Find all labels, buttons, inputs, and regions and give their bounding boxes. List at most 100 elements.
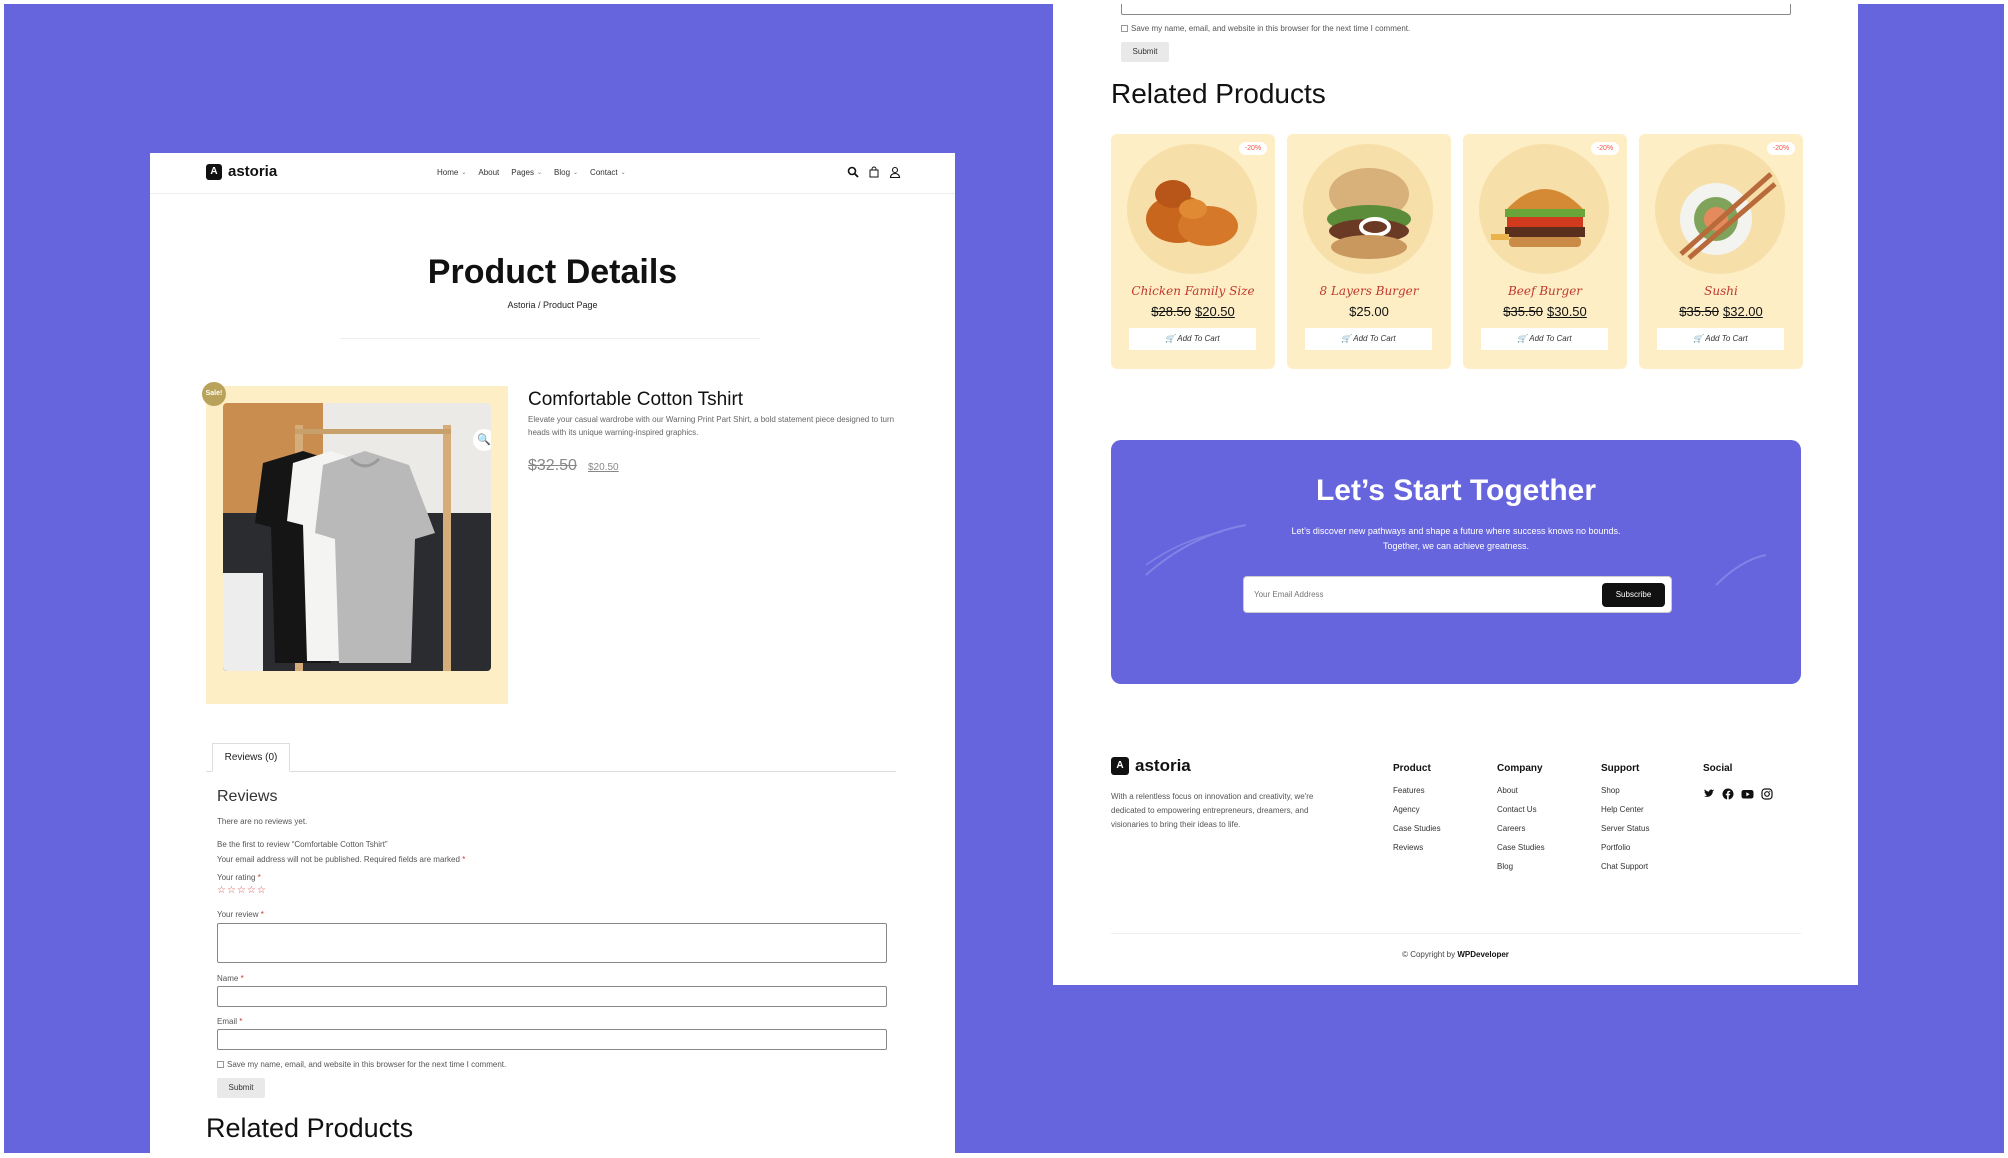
youtube-icon[interactable]: [1741, 788, 1754, 800]
product-price: $35.50 $32.00: [1639, 304, 1803, 319]
add-to-cart-button[interactable]: 🛒 Add To Cart: [1129, 328, 1256, 350]
subscribe-button[interactable]: Subscribe: [1602, 583, 1665, 607]
name-field[interactable]: [217, 986, 887, 1007]
footer-link[interactable]: Case Studies: [1393, 824, 1441, 833]
product-name[interactable]: Chicken Family Size: [1111, 284, 1275, 298]
product-card[interactable]: -20% Sushi $35.50 $32.00 🛒 Add To Cart: [1639, 134, 1803, 369]
related-products-heading: Related Products: [1111, 78, 1326, 109]
site-header: A astoria Home ⌄ About Pages ⌄ Blog ⌄ Conta…: [150, 153, 955, 194]
product-name[interactable]: Sushi: [1639, 284, 1803, 298]
required-mark: *: [239, 1017, 243, 1026]
chevron-down-icon: ⌄: [620, 170, 626, 176]
price-new: $32.00: [1723, 304, 1763, 319]
product-name[interactable]: 8 Layers Burger: [1287, 284, 1451, 298]
nav-item-about[interactable]: About: [478, 168, 499, 177]
footer-link[interactable]: Help Center: [1601, 805, 1649, 814]
email-input[interactable]: Your Email Address: [1254, 590, 1324, 599]
facebook-icon[interactable]: [1722, 788, 1734, 800]
required-mark: *: [260, 910, 264, 919]
footer-link[interactable]: Contact Us: [1497, 805, 1545, 814]
product-page-lower-preview: Save my name, email, and website in this…: [1053, 0, 1858, 985]
copyright-text: © Copyright by: [1402, 950, 1456, 959]
footer-link[interactable]: About: [1497, 786, 1545, 795]
nav-label: Pages: [511, 168, 534, 177]
site-logo[interactable]: A astoria: [206, 163, 277, 180]
logo-text: astoria: [1135, 756, 1191, 775]
footer-column-title: Support: [1601, 763, 1640, 774]
footer-link[interactable]: Agency: [1393, 805, 1441, 814]
product-image[interactable]: 🔍: [223, 403, 491, 671]
footer-column-support: Support Shop Help Center Server Status P…: [1601, 763, 1649, 881]
product-page-preview: A astoria Home ⌄ About Pages ⌄ Blog ⌄ Conta…: [150, 153, 955, 1153]
nav-item-home[interactable]: Home ⌄: [437, 168, 466, 177]
copyright-brand-link[interactable]: WPDeveloper: [1457, 950, 1509, 959]
product-card[interactable]: 8 Layers Burger $25.00 🛒 Add To Cart: [1287, 134, 1451, 369]
product-card[interactable]: -20% Chicken Family Size $28.50 $20.50 🛒 …: [1111, 134, 1275, 369]
copyright: © Copyright by WPDeveloper: [1053, 950, 1858, 959]
shopping-bag-icon[interactable]: [868, 166, 880, 178]
save-info-checkbox[interactable]: [217, 1061, 224, 1069]
product-image-frame: 🔍: [206, 386, 508, 704]
product-card[interactable]: -20% Beef Burger $35.50 $30.50 🛒 Add To C…: [1463, 134, 1627, 369]
footer-link[interactable]: Careers: [1497, 824, 1545, 833]
price-old: $32.50: [528, 457, 577, 474]
cart-icon: 🛒: [1517, 334, 1528, 343]
search-icon[interactable]: [847, 166, 859, 178]
required-mark: *: [257, 873, 261, 882]
footer-link[interactable]: Case Studies: [1497, 843, 1545, 852]
footer-column-social: Social: [1703, 763, 1732, 786]
tab-reviews[interactable]: Reviews (0): [212, 743, 290, 772]
add-to-cart-button[interactable]: 🛒 Add To Cart: [1657, 328, 1784, 350]
footer-link[interactable]: Features: [1393, 786, 1441, 795]
submit-button[interactable]: Submit: [217, 1078, 265, 1098]
product-price: $28.50 $20.50: [1111, 304, 1275, 319]
twitter-icon[interactable]: [1703, 788, 1715, 800]
footer-link[interactable]: Shop: [1601, 786, 1649, 795]
nav-label: About: [478, 168, 500, 177]
add-to-cart-button[interactable]: 🛒 Add To Cart: [1481, 328, 1608, 350]
rating-label-text: Your rating: [217, 873, 256, 882]
footer-link[interactable]: Blog: [1497, 862, 1545, 871]
first-review-text: Be the first to review “Comfortable Cott…: [217, 840, 388, 849]
beef-burger-image: [1491, 189, 1585, 247]
footer-divider: [1111, 933, 1801, 934]
save-info-checkbox[interactable]: [1121, 25, 1128, 33]
footer-link[interactable]: Chat Support: [1601, 862, 1649, 871]
add-to-cart-button[interactable]: 🛒 Add To Cart: [1305, 328, 1432, 350]
footer-link[interactable]: Portfolio: [1601, 843, 1649, 852]
star-rating-input[interactable]: ☆☆☆☆☆: [217, 885, 267, 896]
price-old: $35.50: [1679, 304, 1719, 319]
footer-column-title: Company: [1497, 763, 1543, 774]
submit-button[interactable]: Submit: [1121, 42, 1169, 62]
decorative-swoosh: [1715, 554, 1767, 586]
no-reviews-text: There are no reviews yet.: [217, 817, 308, 826]
related-products-heading: Related Products: [206, 1113, 414, 1143]
discount-badge: -20%: [1591, 142, 1619, 155]
nav-label: Home: [437, 168, 459, 177]
website-field[interactable]: [1121, 0, 1791, 15]
footer-link[interactable]: Server Status: [1601, 824, 1649, 833]
nav-item-blog[interactable]: Blog ⌄: [554, 168, 578, 177]
email-field[interactable]: [217, 1029, 887, 1050]
footer-column-product: Product Features Agency Case Studies Rev…: [1393, 763, 1441, 862]
price-new: $30.50: [1547, 304, 1587, 319]
user-icon[interactable]: [889, 166, 901, 178]
review-label: Your review *: [217, 910, 264, 919]
fried-chicken-image: [1146, 180, 1238, 246]
nav-item-contact[interactable]: Contact ⌄: [590, 168, 626, 177]
sale-badge: Sale!: [202, 382, 226, 406]
review-textarea[interactable]: [217, 923, 887, 963]
name-label: Name *: [217, 974, 244, 983]
product-name: Comfortable Cotton Tshirt: [528, 389, 744, 410]
product-name[interactable]: Beef Burger: [1463, 284, 1627, 298]
zoom-icon[interactable]: 🔍: [473, 429, 491, 451]
footer-logo[interactable]: A astoria: [1111, 756, 1191, 776]
footer-link[interactable]: Reviews: [1393, 843, 1441, 852]
add-to-cart-label: Add To Cart: [1177, 334, 1220, 343]
instagram-icon[interactable]: [1761, 788, 1773, 800]
cart-icon: 🛒: [1693, 334, 1704, 343]
decorative-swoosh: [1145, 524, 1247, 576]
nav-label: Contact: [590, 168, 618, 177]
email-label-text: Email: [217, 1017, 238, 1026]
nav-item-pages[interactable]: Pages ⌄: [511, 168, 542, 177]
